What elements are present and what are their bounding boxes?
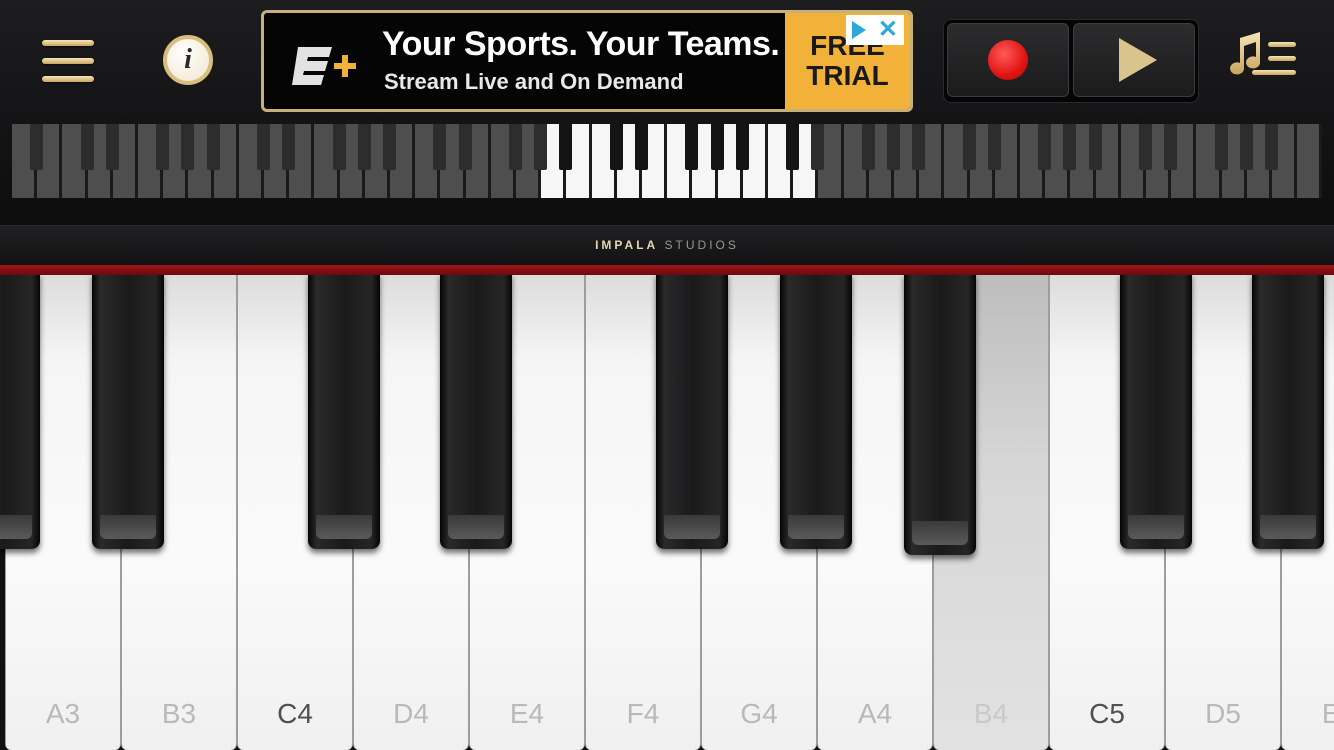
- mini-black-key: [282, 124, 296, 170]
- mini-black-key: [609, 124, 623, 170]
- mini-black-key: [181, 124, 195, 170]
- espn-plus-logo-icon: [292, 47, 356, 85]
- mini-black-key: [559, 124, 573, 170]
- black-key-d-sharp-5[interactable]: [1252, 275, 1324, 549]
- black-key-g-sharp-4[interactable]: [780, 275, 852, 549]
- mini-black-key: [357, 124, 371, 170]
- mini-black-key: [257, 124, 270, 170]
- mini-black-key: [80, 124, 94, 170]
- mini-black-key: [433, 124, 447, 170]
- key-label: B4: [973, 698, 1009, 729]
- key-label: E5: [1321, 698, 1334, 729]
- mini-black-key: [1265, 124, 1278, 170]
- espn-plus-logo: E+: [290, 39, 370, 93]
- mini-black-key: [685, 124, 699, 170]
- mini-black-key: [786, 124, 800, 170]
- record-play-group: [943, 19, 1199, 103]
- key-label: B3: [161, 698, 197, 729]
- mini-black-key: [156, 124, 170, 170]
- ad-banner[interactable]: E+ Your Sports. Your Teams. Stream Live …: [261, 10, 913, 112]
- record-icon: [988, 40, 1028, 80]
- mini-black-key: [1088, 124, 1102, 170]
- key-label: C4: [277, 698, 313, 729]
- key-label: F4: [626, 698, 660, 729]
- hamburger-menu-icon[interactable]: [38, 36, 98, 86]
- black-key-a-sharp-4[interactable]: [904, 275, 976, 555]
- mini-black-key: [206, 124, 220, 170]
- key-label: C5: [1089, 698, 1125, 729]
- key-label: A3: [45, 698, 81, 729]
- mini-black-key: [534, 124, 548, 170]
- key-label: D5: [1205, 698, 1241, 729]
- black-key-f-sharp-4[interactable]: [656, 275, 728, 549]
- black-key-a-sharp-3[interactable]: [92, 275, 164, 549]
- black-key-c-sharp-5[interactable]: [1120, 275, 1192, 549]
- mini-black-key: [887, 124, 900, 170]
- brand-suffix: STUDIOS: [664, 238, 739, 252]
- mini-black-key: [332, 124, 346, 170]
- mini-black-key: [912, 124, 926, 170]
- play-icon: [1119, 38, 1157, 82]
- mini-black-key: [735, 124, 749, 170]
- mini-black-key: [987, 124, 1001, 170]
- black-key-c-sharp-4[interactable]: [308, 275, 380, 549]
- mini-black-key: [1139, 124, 1152, 170]
- key-label: D4: [393, 698, 429, 729]
- black-key-g-sharp-3[interactable]: [0, 275, 40, 549]
- record-button[interactable]: [947, 23, 1069, 97]
- key-label: E4: [509, 698, 545, 729]
- mini-black-key: [509, 124, 522, 170]
- play-button[interactable]: [1073, 23, 1195, 97]
- key-label: A4: [857, 698, 893, 729]
- key-label: G4: [740, 698, 778, 729]
- mini-black-key: [1038, 124, 1052, 170]
- mini-white-key: [1297, 124, 1322, 198]
- mini-black-key: [105, 124, 119, 170]
- mini-black-key: [811, 124, 825, 170]
- mini-black-key: [861, 124, 875, 170]
- mini-black-key: [1063, 124, 1077, 170]
- mini-black-key: [458, 124, 472, 170]
- red-felt-strip: [0, 265, 1334, 275]
- ad-choices-icon[interactable]: [851, 21, 866, 39]
- ad-choices[interactable]: ✕: [846, 15, 904, 45]
- piano-keyboard: A3 B3 C4 D4 E4 F4 G4 A4 B4 C5 D5 E5: [0, 275, 1334, 750]
- brand-name: IMPALA: [595, 238, 659, 252]
- ad-close-icon[interactable]: ✕: [878, 18, 898, 42]
- mini-black-key: [1214, 124, 1228, 170]
- mini-black-key: [383, 124, 396, 170]
- keyboard-navigator[interactable]: [12, 124, 1322, 198]
- mini-black-key: [1164, 124, 1178, 170]
- music-notes-list-icon[interactable]: [1226, 28, 1302, 86]
- brand-label: IMPALA STUDIOS: [0, 238, 1334, 252]
- ad-subtitle: Stream Live and On Demand: [384, 69, 684, 94]
- mini-black-key: [635, 124, 648, 170]
- ad-title: Your Sports. Your Teams.: [382, 25, 780, 63]
- mini-black-key: [962, 124, 976, 170]
- mini-black-key: [710, 124, 724, 170]
- mini-black-key: [30, 124, 44, 170]
- top-toolbar: i E+ Your Sports. Your Teams. Stream Liv…: [0, 0, 1334, 225]
- info-icon[interactable]: i: [163, 35, 213, 85]
- ad-cta-line2: TRIAL: [806, 60, 889, 91]
- mini-black-key: [1239, 124, 1253, 170]
- black-key-d-sharp-4[interactable]: [440, 275, 512, 549]
